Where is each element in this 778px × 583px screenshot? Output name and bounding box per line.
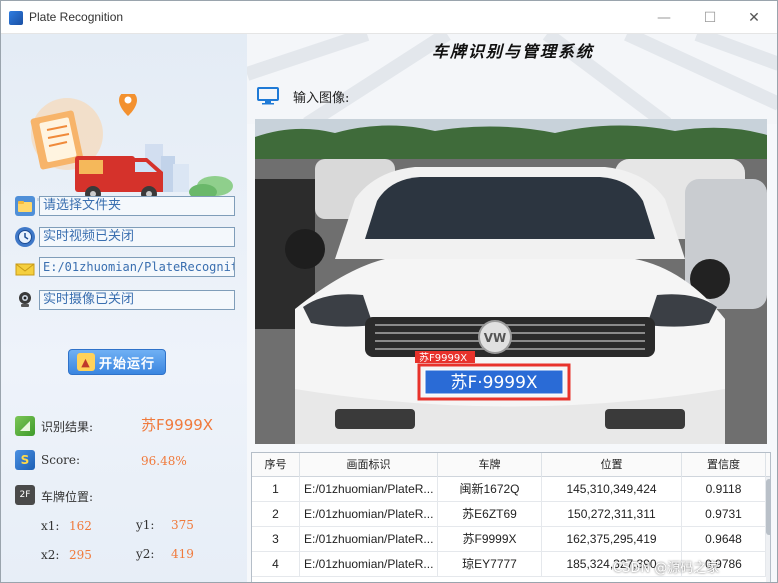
input-image-label: 输入图像: [293, 91, 350, 106]
cell-confidence: 0.9118 [682, 477, 766, 502]
result-value: 苏F9999X [141, 416, 214, 434]
vw-badge: VW [484, 331, 507, 345]
clock-video-icon[interactable] [15, 227, 35, 247]
monitor-icon [257, 87, 279, 105]
x1-label: x1: [41, 519, 60, 533]
cell-source: E:/01zhuomian/PlateR... [300, 552, 438, 577]
x2-value: 295 [69, 548, 92, 562]
cell-source: E:/01zhuomian/PlateR... [300, 477, 438, 502]
folder-select-field[interactable]: 请选择文件夹 [39, 196, 235, 216]
header-plate[interactable]: 车牌 [438, 453, 542, 477]
rocket-icon: ▲ [77, 353, 95, 371]
input-image: VW 苏F9999X 苏F·9999X [255, 119, 767, 444]
position-icon: 2F [15, 485, 35, 505]
header-source[interactable]: 画面标识 [300, 453, 438, 477]
y1-label: y1: [136, 518, 155, 532]
header-confidence[interactable]: 置信度 [682, 453, 766, 477]
detection-label: 苏F9999X [419, 351, 467, 364]
cell-confidence: 0.9731 [682, 502, 766, 527]
cell-index: 3 [252, 527, 300, 552]
minimize-button[interactable]: — [641, 1, 687, 34]
cell-plate: 琼EY7777 [438, 552, 542, 577]
start-run-label: 开始运行 [99, 356, 156, 372]
score-value: 96.48% [141, 454, 187, 468]
result-icon [15, 416, 35, 436]
image-path-field[interactable]: E:/01zhuomian/PlateRecogniti [39, 257, 235, 277]
app-icon [9, 11, 23, 25]
cell-source: E:/01zhuomian/PlateR... [300, 502, 438, 527]
table-row[interactable]: 2 E:/01zhuomian/PlateR... 苏E6ZT69 150,27… [252, 502, 770, 527]
cell-plate: 苏E6ZT69 [438, 502, 542, 527]
cell-position: 162,375,295,419 [542, 527, 682, 552]
title-bar: Plate Recognition — ☐ ✕ [1, 1, 777, 34]
close-button[interactable]: ✕ [731, 1, 777, 34]
main-window: Plate Recognition — ☐ ✕ 请选择文件夹 实时视频已关闭 E… [0, 0, 778, 583]
camera-status-field[interactable]: 实时摄像已关闭 [39, 290, 235, 310]
watermark: CSDN @源码之家 [613, 561, 720, 576]
table-header: 序号 画面标识 车牌 位置 置信度 [252, 453, 770, 477]
x2-label: x2: [41, 548, 60, 562]
cell-plate: 苏F9999X [438, 527, 542, 552]
envelope-icon [15, 259, 35, 279]
cell-plate: 闽新1672Q [438, 477, 542, 502]
cell-source: E:/01zhuomian/PlateR... [300, 527, 438, 552]
window-title: Plate Recognition [29, 10, 124, 24]
delivery-illustration [30, 94, 233, 202]
y2-label: y2: [136, 547, 155, 561]
right-panel: 车牌识别与管理系统 输入图像: VW 苏F9999X 苏F·9999X 序号 画… [247, 34, 777, 582]
maximize-button[interactable]: ☐ [687, 1, 733, 34]
y2-value: 419 [171, 547, 194, 561]
y1-value: 375 [171, 518, 194, 532]
cell-index: 4 [252, 552, 300, 577]
table-row[interactable]: 1 E:/01zhuomian/PlateR... 闽新1672Q 145,31… [252, 477, 770, 502]
cell-position: 150,272,311,311 [542, 502, 682, 527]
plate-text: 苏F·9999X [450, 373, 537, 393]
webcam-icon [15, 290, 35, 310]
header-position[interactable]: 位置 [542, 453, 682, 477]
left-panel: 请选择文件夹 实时视频已关闭 E:/01zhuomian/PlateRecogn… [1, 34, 247, 582]
cell-index: 2 [252, 502, 300, 527]
result-label: 识别结果: [41, 420, 94, 434]
cell-confidence: 0.9648 [682, 527, 766, 552]
x1-value: 162 [69, 519, 92, 533]
cell-position: 145,310,349,424 [542, 477, 682, 502]
table-row[interactable]: 3 E:/01zhuomian/PlateR... 苏F9999X 162,37… [252, 527, 770, 552]
position-label: 车牌位置: [41, 490, 94, 504]
score-label: Score: [41, 453, 81, 467]
app-heading: 车牌识别与管理系统 [431, 42, 594, 61]
table-scrollbar-thumb[interactable] [766, 479, 770, 535]
score-icon: S [15, 450, 35, 470]
cell-index: 1 [252, 477, 300, 502]
header-index[interactable]: 序号 [252, 453, 300, 477]
table-scrollbar[interactable] [766, 477, 770, 582]
start-run-button[interactable]: ▲ 开始运行 [68, 349, 166, 375]
folder-open-icon [15, 196, 35, 216]
video-status-field[interactable]: 实时视频已关闭 [39, 227, 235, 247]
